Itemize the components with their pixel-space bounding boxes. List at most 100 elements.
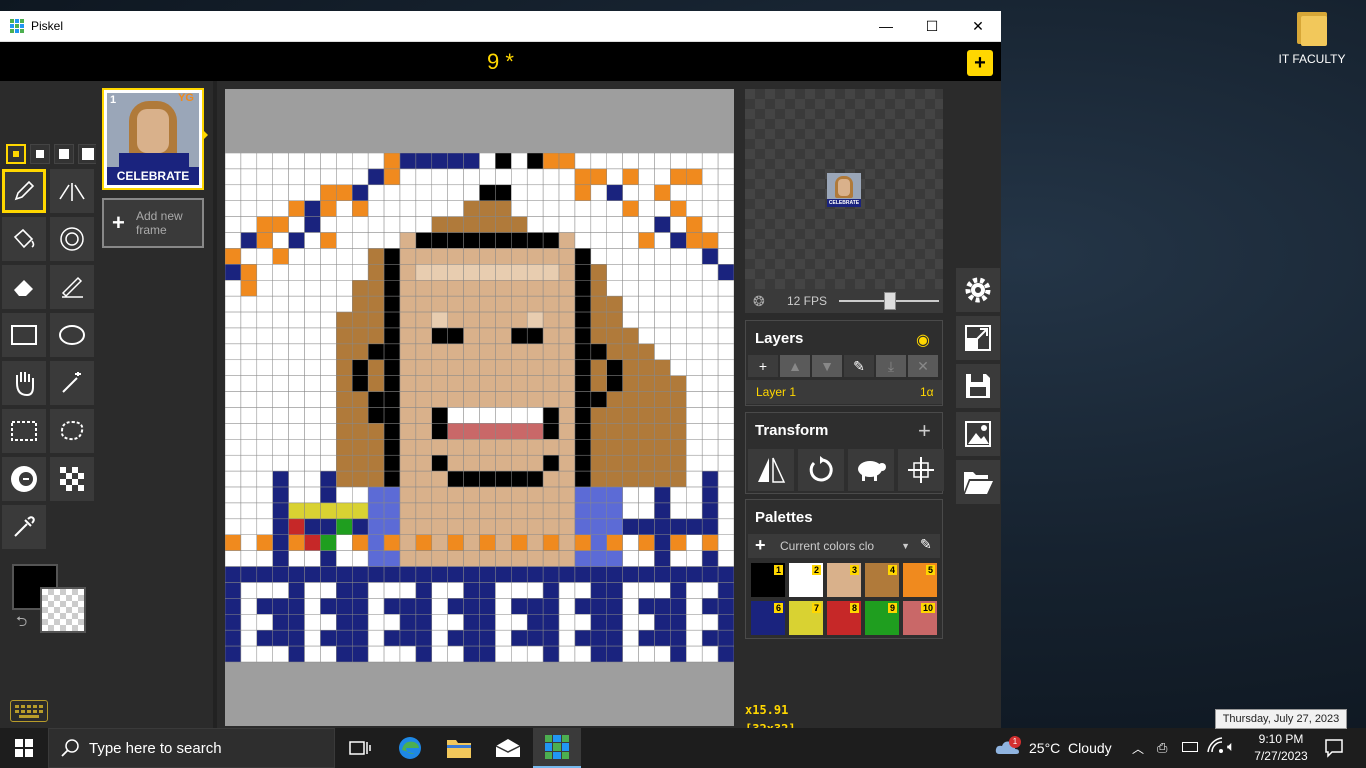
palette-swatch-4[interactable]: 4 [865,563,899,597]
fps-slider-handle[interactable] [884,292,896,310]
start-button[interactable] [0,728,48,768]
weather-widget[interactable]: 1 [995,734,1021,765]
flip-button[interactable] [748,449,794,491]
palette-swatch-1[interactable]: 1 [751,563,785,597]
layer-opacity: 1α [920,385,934,399]
mail-button[interactable] [484,728,532,768]
animation-preview[interactable]: CELEBRATE [745,89,943,289]
swap-colors-icon[interactable]: ⮌ [16,611,27,635]
transform-toolbar [748,449,944,491]
delete-layer-button[interactable]: ✕ [908,355,938,377]
move-layer-up-button[interactable]: ▲ [780,355,810,377]
onion-skin-icon[interactable]: ❂ [753,293,765,310]
volume-icon[interactable]: 🔈︎ [1227,738,1235,755]
desktop-folder-it-faculty[interactable]: IT FACULTY [1272,8,1352,66]
clone-button[interactable] [848,449,894,491]
title-bar[interactable]: Piskel — ☐ ✕ [0,11,1001,42]
open-button[interactable] [956,460,1000,504]
clock-time: 9:10 PM [1258,732,1304,746]
center-button[interactable] [898,449,944,491]
eyedropper-icon [14,516,35,537]
minimize-button[interactable]: — [863,11,909,41]
palette-swatches: 1 2 3 4 5 6 7 8 9 10 [751,563,937,635]
edit-palette-icon[interactable]: ✎ [920,536,932,553]
task-view-button[interactable] [336,728,384,768]
edit-layer-button[interactable]: ✎ [844,355,874,377]
layer-row[interactable]: Layer 1 1α [746,380,942,404]
palette-swatch-3[interactable]: 3 [827,563,861,597]
lasso-icon [60,420,84,441]
lighten-tool[interactable] [2,457,46,501]
piskel-taskbar-button[interactable] [533,728,581,768]
edge-browser-button[interactable] [386,728,434,768]
new-sprite-button[interactable]: + [967,50,993,76]
clock[interactable]: 9:10 PM 7/27/2023 [1250,731,1312,765]
palette-swatch-6[interactable]: 6 [751,601,785,635]
desktop-icon-label: IT FACULTY [1278,52,1346,66]
palette-swatch-9[interactable]: 9 [865,601,899,635]
pen-size-1[interactable] [6,144,26,164]
palette-swatch-2[interactable]: 2 [789,563,823,597]
wifi-icon[interactable] [1206,736,1224,759]
file-explorer-button[interactable] [435,728,483,768]
pen-size-2[interactable] [30,144,50,164]
rotate-button[interactable] [798,449,844,491]
pen-size-selector [6,144,98,164]
add-palette-button[interactable]: + [755,535,766,556]
expand-transform-icon[interactable]: + [918,418,931,444]
taskbar-search[interactable]: Type here to search [48,728,335,768]
maximize-button[interactable]: ☐ [909,11,955,41]
drawing-canvas-area[interactable] [225,89,734,726]
dithering-tool[interactable] [50,457,94,501]
keyboard-shortcuts-icon[interactable] [10,700,48,722]
lasso-select-tool[interactable] [50,409,94,453]
pixel-canvas[interactable] [225,153,734,663]
ellipse-icon [59,325,85,345]
save-button[interactable] [956,364,1000,408]
document-title[interactable]: 9 * [0,49,1001,75]
palette-select[interactable]: Current colors clo ▼ [780,537,910,555]
paint-same-color-tool[interactable] [50,217,94,261]
color-picker-tool[interactable] [2,505,46,549]
settings-button[interactable] [956,268,1000,312]
move-layer-down-button[interactable]: ▼ [812,355,842,377]
palette-swatch-10[interactable]: 10 [903,601,937,635]
battery-icon[interactable] [1182,742,1198,752]
rectangle-select-tool[interactable] [2,409,46,453]
merge-layer-button[interactable]: ⤓ [876,355,906,377]
notification-center-button[interactable] [1324,738,1344,763]
selected-frame-arrow-icon [202,129,208,141]
magic-wand-tool[interactable] [50,361,94,405]
palette-selected-label: Current colors clo [780,539,875,553]
tool-palette [2,169,94,549]
frame-thumbnail-1[interactable]: CELEBRATE 1 YG [102,88,204,190]
palette-swatch-5[interactable]: 5 [903,563,937,597]
magic-wand-icon [62,372,81,393]
export-button[interactable] [956,412,1000,456]
pen-size-4[interactable] [78,144,98,164]
resize-button[interactable] [956,316,1000,360]
pen-tool[interactable] [2,169,46,213]
swatch-number: 5 [925,565,935,575]
chevron-up-icon[interactable]: ︿ [1132,740,1144,757]
pen-size-3[interactable] [54,144,74,164]
move-tool[interactable] [2,361,46,405]
stroke-tool[interactable] [50,265,94,309]
resize-icon [965,325,991,351]
secondary-color-swatch[interactable] [40,587,86,633]
vertical-mirror-pen-tool[interactable] [50,169,94,213]
network-adapter-icon[interactable]: ⎙ [1157,740,1167,756]
close-button[interactable]: ✕ [955,11,1001,41]
rectangle-tool[interactable] [2,313,46,357]
eye-icon[interactable]: ◉ [916,330,930,350]
windows-logo-icon [15,739,33,757]
frame-corner-text: YG [178,92,194,104]
add-new-frame-button[interactable]: + Add new frame [102,198,204,248]
palette-swatch-8[interactable]: 8 [827,601,861,635]
eraser-tool[interactable] [2,265,46,309]
palette-swatch-7[interactable]: 7 [789,601,823,635]
weather-text[interactable]: 25°C Cloudy [1029,740,1112,756]
add-layer-button[interactable]: + [748,355,778,377]
circle-tool[interactable] [50,313,94,357]
paint-bucket-tool[interactable] [2,217,46,261]
